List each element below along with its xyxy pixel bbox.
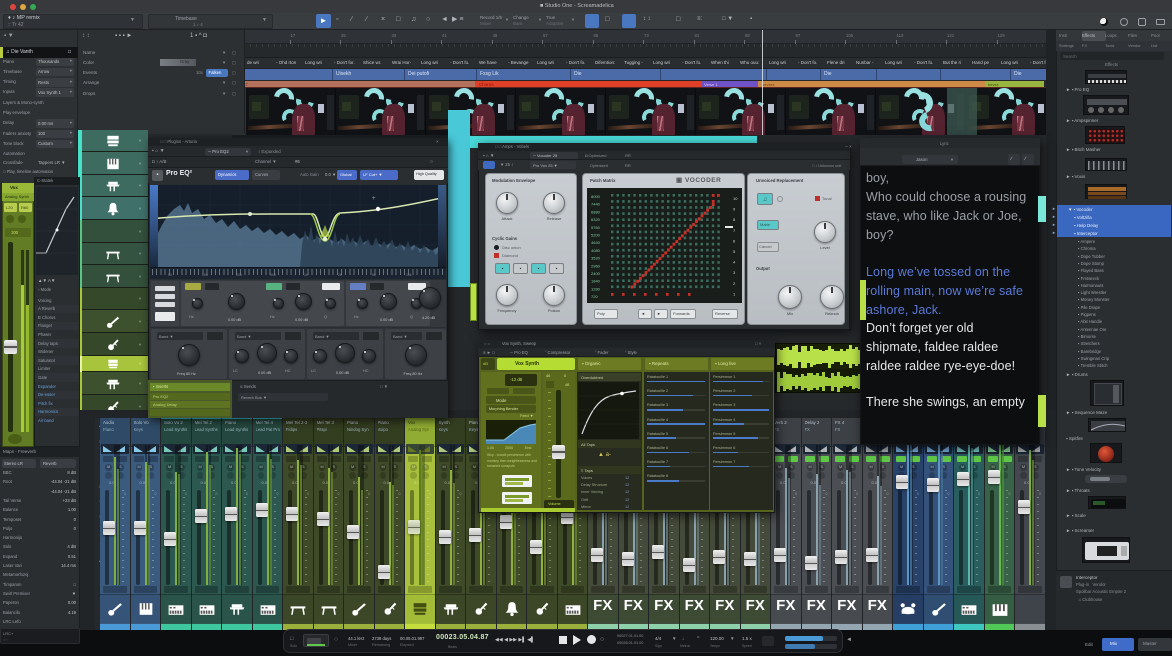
- svg-text:+: +: [372, 196, 376, 202]
- svg-text:6880: 6880: [591, 209, 601, 214]
- svg-text:4080: 4080: [591, 248, 601, 253]
- svg-text:7440: 7440: [591, 202, 601, 207]
- svg-text:6320: 6320: [591, 217, 601, 222]
- svg-text:8000: 8000: [591, 194, 601, 199]
- svg-text:2960: 2960: [591, 263, 601, 268]
- svg-text:3520: 3520: [591, 256, 601, 261]
- svg-text:5200: 5200: [591, 233, 601, 238]
- svg-text:1840: 1840: [591, 279, 601, 284]
- svg-text:10: 10: [733, 196, 738, 201]
- svg-text:2400: 2400: [591, 271, 601, 276]
- svg-text:720: 720: [591, 294, 598, 299]
- svg-text:5760: 5760: [591, 225, 601, 230]
- svg-text:1280: 1280: [591, 286, 601, 291]
- svg-text:4640: 4640: [591, 240, 601, 245]
